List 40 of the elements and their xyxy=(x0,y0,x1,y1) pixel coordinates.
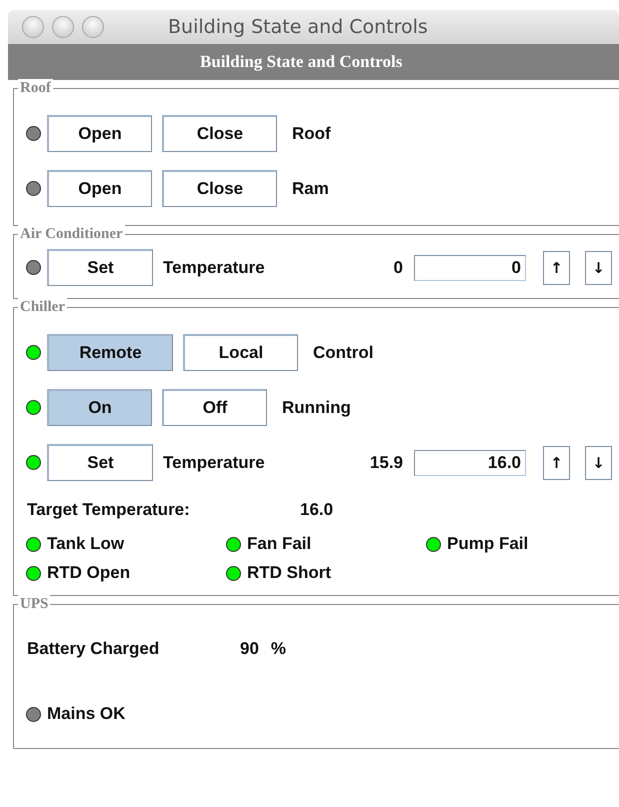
unit-label: % xyxy=(270,639,286,659)
toggle-button[interactable]: Close xyxy=(162,170,277,207)
readout-label: Target Temperature: xyxy=(27,500,191,520)
setpoint-field[interactable]: 0 xyxy=(414,254,526,280)
flag-label: Pump Fail xyxy=(447,534,528,554)
window-button-icon[interactable] xyxy=(82,16,104,38)
window-button-icon[interactable] xyxy=(52,16,74,38)
set-button[interactable]: Set xyxy=(47,444,153,481)
toggle-button[interactable]: Off xyxy=(162,389,267,426)
window-button-icon[interactable] xyxy=(22,16,44,38)
row-label: Control xyxy=(313,342,374,362)
increase-button[interactable]: ↑ xyxy=(543,250,570,284)
header-title: Building State and Controls xyxy=(200,52,402,72)
toggle-button[interactable]: Open xyxy=(47,170,152,207)
increase-button[interactable]: ↑ xyxy=(543,446,570,480)
flag-label: Mains OK xyxy=(47,704,126,724)
toggle-button[interactable]: On xyxy=(47,389,152,426)
flag-label: Fan Fail xyxy=(247,534,312,554)
window-title: Building State and Controls xyxy=(168,16,428,38)
flag-label: RTD Short xyxy=(247,563,332,583)
setpoint-field[interactable]: 16.0 xyxy=(414,450,526,476)
toggle-button[interactable]: Remote xyxy=(47,334,173,371)
row-label: Roof xyxy=(292,124,331,144)
readout-value: 16.0 xyxy=(300,500,334,520)
row-label: Temperature xyxy=(163,258,266,278)
flag-label: Tank Low xyxy=(47,534,124,554)
flag-label: RTD Open xyxy=(47,563,130,583)
toggle-button[interactable]: Local xyxy=(183,334,298,371)
readout-label: Battery Charged xyxy=(27,639,160,659)
current-reading: 15.9 xyxy=(368,452,403,472)
row-label: Ram xyxy=(292,178,329,198)
readout-value: 90 xyxy=(240,639,259,659)
toggle-button[interactable]: Open xyxy=(47,115,152,152)
decrease-button[interactable]: ↓ xyxy=(585,446,612,480)
toggle-button[interactable]: Close xyxy=(162,115,277,152)
decrease-button[interactable]: ↓ xyxy=(585,250,612,284)
row-label: Running xyxy=(282,398,351,418)
row-label: Temperature xyxy=(163,452,266,472)
current-reading: 0 xyxy=(392,258,403,278)
set-button[interactable]: Set xyxy=(47,249,153,286)
